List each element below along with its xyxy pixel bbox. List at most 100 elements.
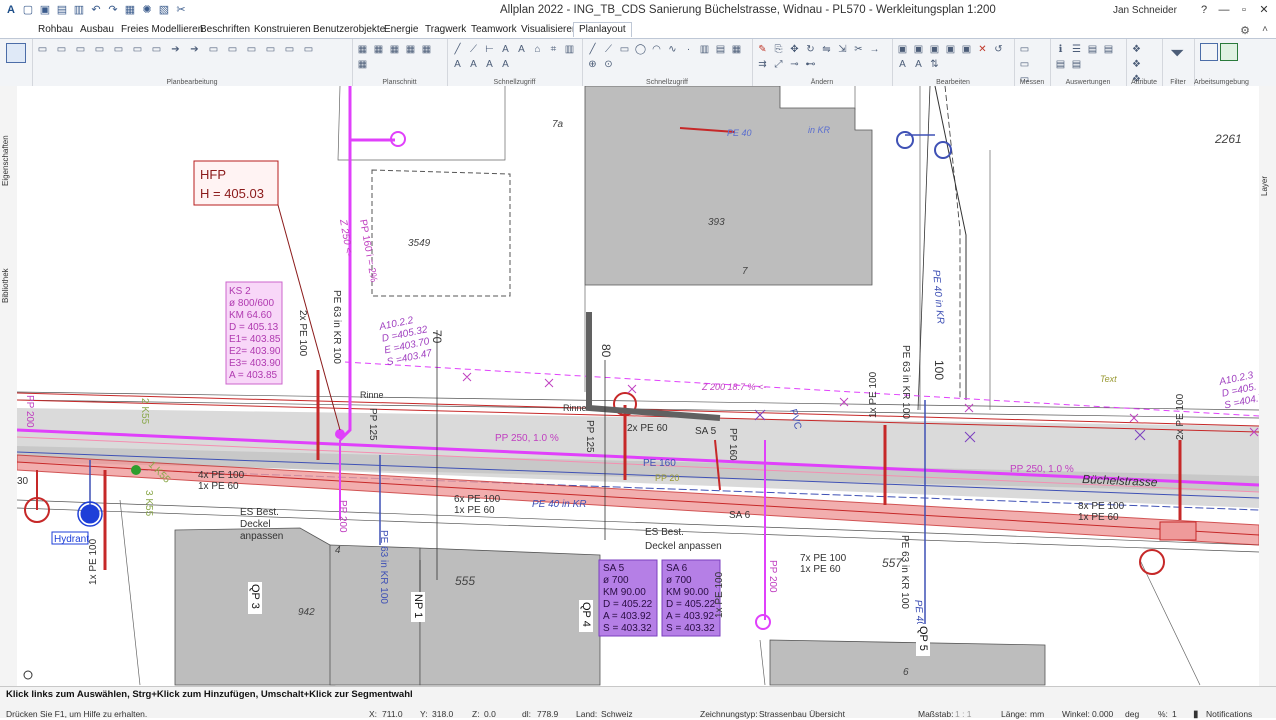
- plan-new-icon[interactable]: ▭: [36, 43, 49, 56]
- draw-cross-icon[interactable]: ⊕: [586, 58, 599, 71]
- redo-icon[interactable]: ↷: [106, 3, 120, 17]
- attribute-icon[interactable]: ❖: [1130, 43, 1143, 56]
- draw-spline-icon[interactable]: ∿: [666, 43, 679, 56]
- mirror-icon[interactable]: ⇋: [820, 43, 833, 56]
- settings-icon[interactable]: ✺: [140, 3, 154, 17]
- rotate-icon[interactable]: ↻: [804, 43, 817, 56]
- section-frame-icon[interactable]: ▦: [388, 43, 401, 56]
- workspace-active-icon[interactable]: [1220, 43, 1238, 61]
- plan-check-icon[interactable]: ▭: [283, 43, 296, 56]
- edit-undo-icon[interactable]: ↺: [992, 43, 1005, 56]
- notifications-button[interactable]: Notifications: [1206, 709, 1252, 719]
- delete-icon[interactable]: ✎: [756, 43, 769, 56]
- edit-flip-icon[interactable]: ⇅: [928, 58, 941, 71]
- maximize-button[interactable]: ▫: [1236, 2, 1252, 18]
- symbol-icon[interactable]: ⌂: [531, 43, 544, 56]
- draw-fill-icon[interactable]: ▤: [714, 43, 727, 56]
- scale-icon[interactable]: ⤢: [772, 58, 785, 71]
- hatch-icon[interactable]: ▥: [563, 43, 576, 56]
- notifications-icon[interactable]: ▮: [1193, 709, 1199, 720]
- section-cut-icon[interactable]: ▦: [372, 43, 385, 56]
- section-plan-icon[interactable]: ▦: [420, 43, 433, 56]
- tab-benutzerobjekte[interactable]: Benutzerobjekte: [313, 24, 385, 35]
- tab-eigenschaften[interactable]: Eigenschaften: [1, 116, 15, 206]
- edit-delete-icon[interactable]: ✕: [976, 43, 989, 56]
- save-all-icon[interactable]: ▥: [72, 3, 86, 17]
- edit-format-icon[interactable]: ▣: [912, 43, 925, 56]
- text-style-icon[interactable]: A: [499, 58, 512, 71]
- extend-icon[interactable]: →: [868, 43, 881, 56]
- section-border-icon[interactable]: ▦: [356, 58, 369, 71]
- report-icon[interactable]: ℹ: [1054, 43, 1067, 56]
- section-icon[interactable]: ▦: [356, 43, 369, 56]
- polyline-icon[interactable]: ⟋: [467, 43, 480, 56]
- attribute-edit-icon[interactable]: ❖: [1130, 58, 1143, 71]
- allplan-logo-icon[interactable]: A: [4, 3, 18, 17]
- measure-length-icon[interactable]: ▭: [1018, 43, 1031, 56]
- draw-point-icon[interactable]: ·: [682, 43, 695, 56]
- close-button[interactable]: ✕: [1256, 2, 1272, 18]
- plan-edit-icon[interactable]: ▭: [207, 43, 220, 56]
- tab-beschriften[interactable]: Beschriften: [200, 24, 250, 35]
- edit-layer-icon[interactable]: ▣: [928, 43, 941, 56]
- minimize-button[interactable]: —: [1216, 2, 1232, 18]
- plan-move-icon[interactable]: ▭: [245, 43, 258, 56]
- workspace-icon[interactable]: [1200, 43, 1218, 61]
- draw-polyline-icon[interactable]: ⟋: [602, 43, 615, 56]
- winkel-unit[interactable]: deg: [1125, 709, 1139, 719]
- layout-icon[interactable]: ▦: [123, 3, 137, 17]
- percent-value[interactable]: 1: [1172, 709, 1177, 719]
- draw-hatch-icon[interactable]: ▥: [698, 43, 711, 56]
- line-icon[interactable]: ╱: [451, 43, 464, 56]
- plan-copy-icon[interactable]: ▭: [74, 43, 87, 56]
- text-edit-icon[interactable]: A: [515, 43, 528, 56]
- plan-layer-icon[interactable]: ▭: [264, 43, 277, 56]
- plan-window-icon[interactable]: ▭: [131, 43, 144, 56]
- project-icon[interactable]: [6, 43, 26, 63]
- copy-icon[interactable]: ⎘: [772, 43, 785, 56]
- dimension-icon[interactable]: ⊢: [483, 43, 496, 56]
- plan-element-icon[interactable]: ▭: [112, 43, 125, 56]
- edit-text-icon[interactable]: A: [896, 58, 909, 71]
- join-icon[interactable]: ⊸: [788, 58, 801, 71]
- filter-icon[interactable]: ⏷: [1170, 43, 1184, 64]
- tab-layer[interactable]: Layer: [1260, 171, 1274, 201]
- tab-rohbau[interactable]: Rohbau: [38, 24, 73, 35]
- chevron-up-icon[interactable]: ˄: [1262, 24, 1268, 35]
- split-icon[interactable]: ⊷: [804, 58, 817, 71]
- laenge-value[interactable]: mm: [1030, 709, 1044, 719]
- help-icon[interactable]: ?: [1196, 2, 1212, 18]
- tab-visualisieren[interactable]: Visualisieren: [521, 24, 578, 35]
- report4-icon[interactable]: ▤: [1054, 58, 1067, 71]
- text-move-icon[interactable]: A: [451, 58, 464, 71]
- text-icon[interactable]: A: [499, 43, 512, 56]
- plan-export-icon[interactable]: ➔: [169, 43, 182, 56]
- tab-energie[interactable]: Energie: [384, 24, 418, 35]
- new-file-icon[interactable]: ▢: [21, 3, 35, 17]
- draw-pattern-icon[interactable]: ▦: [730, 43, 743, 56]
- tab-tragwerk[interactable]: Tragwerk: [425, 24, 466, 35]
- draw-arc-icon[interactable]: ◠: [650, 43, 663, 56]
- report2-icon[interactable]: ▤: [1086, 43, 1099, 56]
- text-size-icon[interactable]: A: [483, 58, 496, 71]
- cad-drawing[interactable]: HFP H = 405.03 KS 2 ø 800/600 KM 64.60 D…: [17, 86, 1259, 686]
- tab-teamwork[interactable]: Teamwork: [471, 24, 517, 35]
- plan-frame-icon[interactable]: ▭: [93, 43, 106, 56]
- tab-ausbau[interactable]: Ausbau: [80, 24, 114, 35]
- land-value[interactable]: Schweiz: [601, 709, 633, 719]
- measure-area-icon[interactable]: ▭: [1018, 58, 1031, 71]
- plan-print-icon[interactable]: ▭: [226, 43, 239, 56]
- edit-group-icon[interactable]: ▣: [960, 43, 973, 56]
- save-icon[interactable]: ▤: [55, 3, 69, 17]
- tab-planlayout[interactable]: Planlayout: [573, 22, 632, 37]
- offset-icon[interactable]: ⇉: [756, 58, 769, 71]
- zeichnungstyp-value[interactable]: Strassenbau Übersicht: [759, 709, 845, 719]
- move-icon[interactable]: ✥: [788, 43, 801, 56]
- gear-icon[interactable]: ⚙: [1240, 24, 1250, 37]
- text-rotate-icon[interactable]: A: [467, 58, 480, 71]
- plan-import-icon[interactable]: ➔: [188, 43, 201, 56]
- drawing-canvas[interactable]: HFP H = 405.03 KS 2 ø 800/600 KM 64.60 D…: [17, 86, 1259, 686]
- edit-text2-icon[interactable]: A: [912, 58, 925, 71]
- edit-properties-icon[interactable]: ▣: [896, 43, 909, 56]
- user-name[interactable]: Jan Schneider: [1113, 5, 1177, 16]
